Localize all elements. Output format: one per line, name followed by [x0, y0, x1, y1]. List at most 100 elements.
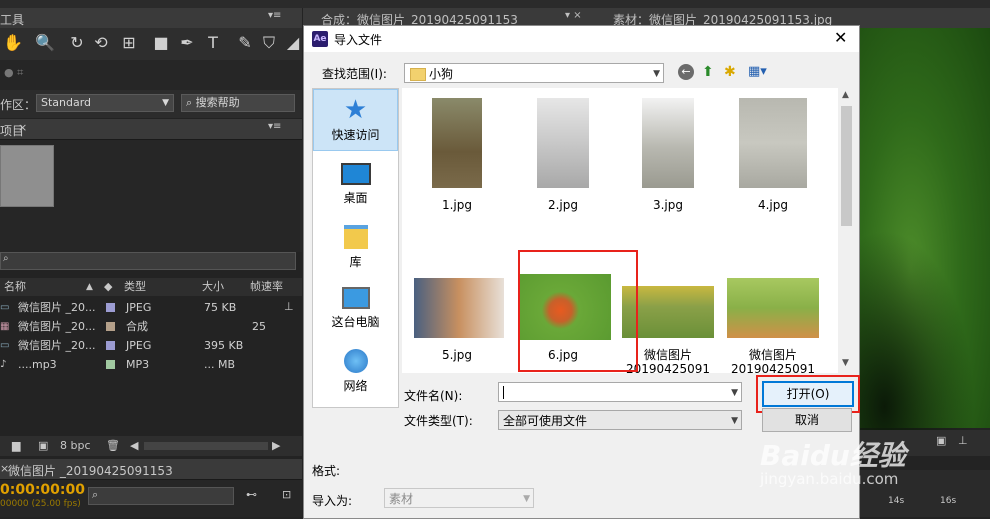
place-this-pc[interactable]: 这台电脑 — [313, 279, 398, 339]
col-name[interactable]: 名称 — [4, 278, 26, 296]
col-size[interactable]: 大小 — [202, 278, 224, 296]
text-tool-icon[interactable]: T — [202, 32, 224, 54]
item-type: 合成 — [126, 320, 148, 333]
file-name: 4.jpg — [757, 198, 789, 212]
search-help-field[interactable]: ⌕ 搜索帮助 — [181, 94, 295, 112]
trash-icon[interactable]: 🗑 — [106, 436, 120, 456]
close-icon[interactable]: × — [18, 121, 27, 134]
rotate-tool-icon[interactable]: ↻ — [66, 32, 88, 54]
place-quick-access[interactable]: ★ 快速访问 — [313, 89, 398, 151]
item-size: 395 KB — [204, 339, 244, 352]
filetype-label: 文件类型(T): — [404, 414, 473, 428]
pen-tool-icon[interactable]: ✒ — [176, 32, 198, 54]
place-network[interactable]: 网络 — [313, 341, 398, 401]
zoom-tool-icon[interactable]: 🔍 — [34, 32, 56, 54]
scroll-left-icon[interactable]: ◀ — [130, 436, 138, 456]
panel-menu-icon[interactable]: ▾≡ — [268, 10, 281, 21]
close-icon[interactable]: ✕ — [834, 28, 847, 47]
search-icon: ⌕ — [3, 253, 9, 264]
workspace-bar: 作区： Standard ▼ ⌕ 搜索帮助 — [0, 90, 302, 118]
chevron-down-icon: ▼ — [731, 388, 738, 398]
file-image — [432, 98, 482, 188]
dialog-title: 导入文件 — [334, 33, 383, 47]
chevron-down-icon: ▼ — [653, 69, 660, 79]
label-color-swatch — [106, 322, 115, 331]
scroll-right-icon[interactable]: ▶ — [272, 436, 280, 456]
hand-tool-icon[interactable]: ✋ — [2, 32, 24, 54]
import-as-select[interactable]: 素材 ▼ — [384, 488, 534, 508]
timeline-controls: 0:00:00:00 00000 (25.00 fps) ⌕ ⊷ ⊡ — [0, 480, 302, 517]
dialog-titlebar: Ae 导入文件 ✕ — [304, 26, 859, 52]
item-name: ....mp3 — [18, 358, 57, 371]
item-rate: 25 — [252, 320, 266, 333]
tools-panel-header: 工具 ▾≡ — [0, 8, 302, 29]
panel-menu-icon[interactable]: ▾≡ — [268, 121, 281, 132]
up-folder-icon[interactable]: ⬆ — [702, 64, 714, 80]
scroll-down-icon[interactable]: ▼ — [842, 358, 849, 368]
folder-icon[interactable]: ▆ — [12, 436, 20, 456]
workspace-select[interactable]: Standard ▼ — [36, 94, 174, 112]
timeline-search-input[interactable]: ⌕ — [88, 487, 234, 505]
col-type[interactable]: 类型 — [124, 278, 146, 296]
back-icon[interactable]: ← — [678, 64, 694, 80]
label-color-swatch — [106, 360, 115, 369]
scroll-up-icon[interactable]: ▲ — [842, 90, 849, 100]
file-list-scrollbar[interactable]: ▲ ▼ — [838, 88, 855, 373]
bpc-label[interactable]: 8 bpc — [60, 436, 91, 456]
file-image — [414, 278, 504, 338]
lookin-select[interactable]: 小狗 ▼ — [404, 63, 664, 83]
project-search-input[interactable]: ⌕ — [0, 252, 296, 270]
draft-3d-icon[interactable]: ⊡ — [282, 488, 291, 501]
view-menu-icon[interactable]: ▦▾ — [748, 64, 767, 79]
folder-icon — [410, 68, 426, 81]
flowchart-icon[interactable]: ⊥ — [284, 300, 294, 313]
file-image — [727, 278, 819, 338]
brush-tool-icon[interactable]: ✎ — [234, 32, 256, 54]
filename-label: 文件名(N): — [404, 389, 463, 403]
import-as-value: 素材 — [389, 492, 414, 506]
desktop-icon — [340, 163, 371, 185]
stamp-tool-icon[interactable]: ⛉ — [258, 32, 280, 54]
place-label: 网络 — [343, 379, 368, 393]
image-file-icon: ▭ — [0, 340, 10, 351]
close-icon[interactable]: ▾ × — [565, 10, 582, 21]
place-libraries[interactable]: 库 — [313, 217, 398, 277]
camera-tool-icon[interactable]: ⟲ — [90, 32, 112, 54]
item-size: 75 KB — [204, 301, 237, 314]
chevron-down-icon: ▼ — [162, 98, 169, 108]
composition-icon: ▦ — [0, 321, 10, 332]
workspace-value: Standard — [41, 96, 92, 109]
place-label: 快速访问 — [331, 128, 380, 142]
file-name: 2.jpg — [547, 198, 579, 212]
item-name: 微信图片 _20... — [18, 301, 96, 314]
col-rate[interactable]: 帧速率 — [250, 278, 283, 296]
item-type: JPEG — [126, 301, 152, 314]
item-type: MP3 — [126, 358, 150, 371]
new-comp-icon[interactable]: ▣ — [38, 436, 48, 456]
pan-behind-tool-icon[interactable]: ⊞ — [118, 32, 140, 54]
list-item[interactable]: ▭ 微信图片 _20... JPEG 395 KB — [0, 336, 300, 355]
fps-label: 00000 (25.00 fps) — [0, 499, 81, 509]
list-item[interactable]: ▭ 微信图片 _20... JPEG 75 KB — [0, 298, 300, 317]
place-desktop[interactable]: 桌面 — [313, 155, 398, 215]
file-name: 微信图片 20190425091 — [731, 348, 815, 376]
star-icon: ★ — [343, 95, 368, 125]
project-panel-header: 项目 × ▾≡ — [0, 119, 302, 140]
workspace-label: 作区： — [0, 98, 37, 112]
places-bar: ★ 快速访问 桌面 库 这台电脑 网络 — [312, 88, 399, 408]
filetype-select[interactable]: 全部可使用文件 ▼ — [498, 410, 742, 430]
new-folder-icon[interactable]: ✱ — [724, 64, 736, 80]
list-item[interactable]: ▦ 微信图片 _20... 合成 25 — [0, 317, 300, 336]
network-icon — [343, 349, 368, 373]
rectangle-tool-icon[interactable]: ■ — [150, 32, 172, 54]
tab-timeline[interactable]: 微信图片 _20190425091153 — [8, 462, 173, 479]
computer-icon — [341, 287, 370, 309]
horizontal-scrollbar[interactable] — [144, 442, 268, 450]
comp-flow-icon[interactable]: ⊷ — [246, 488, 257, 501]
timecode[interactable]: 0:00:00:00 — [0, 482, 85, 498]
list-item[interactable]: ♪ ....mp3 MP3 ... MB — [0, 355, 300, 374]
eraser-tool-icon[interactable]: ◢ — [282, 32, 304, 54]
snap-icon[interactable]: ● ⌗ — [4, 66, 23, 80]
filename-input[interactable]: ▼ — [498, 382, 742, 402]
scrollbar-thumb[interactable] — [841, 106, 852, 226]
